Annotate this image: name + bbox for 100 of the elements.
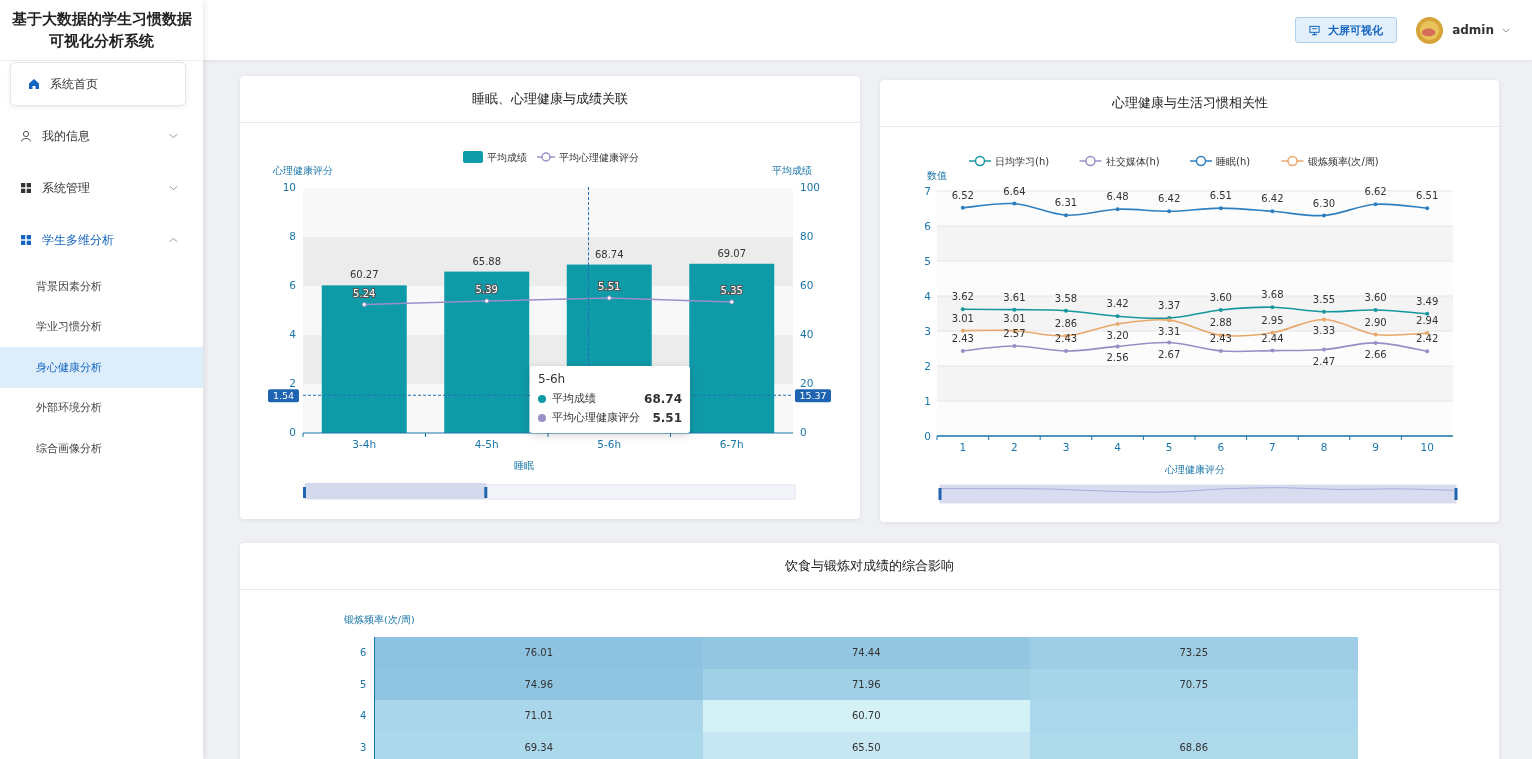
data-label: 2.43 [1209, 332, 1232, 344]
data-label: 2.66 [1364, 348, 1387, 360]
card-title: 饮食与锻炼对成绩的综合影响 [785, 557, 954, 575]
data-label: 2.94 [1416, 315, 1439, 327]
data-label: 6.51 [1209, 190, 1232, 202]
tick-label: 5 [1165, 441, 1173, 453]
data-label: 68.74 [594, 248, 624, 260]
data-label: 2.47 [1312, 355, 1336, 367]
data-label: 2.67 [1158, 348, 1181, 360]
tick-label: 5-6h [597, 438, 622, 450]
tick-label: 2 [1011, 441, 1018, 453]
data-label: 2.86 [1054, 317, 1078, 329]
heatmap-cell: 69.34 [375, 731, 703, 759]
pointer-label: 15.37 [795, 389, 831, 403]
data-label: 2.44 [1261, 332, 1284, 344]
tick-label: 80 [800, 230, 814, 242]
tick-label: 5 [924, 255, 931, 267]
tick-label: 5 [360, 677, 368, 692]
app-title: 基于大数据的学生习惯数据可视化分析系统 [10, 10, 193, 51]
tick-label: 0 [289, 426, 296, 438]
data-label: 6.30 [1312, 197, 1336, 209]
series-dot-icon [538, 394, 546, 403]
heatmap-cell: 70.75 [1030, 668, 1358, 700]
heatmap-cell: 71.01 [375, 700, 703, 732]
menu-item[interactable]: 我的信息 [0, 110, 203, 162]
legend-label[interactable]: 日均学习(h) [995, 156, 1050, 167]
axis-title: 心理健康评分 [1165, 464, 1225, 475]
data-label: 2.42 [1416, 333, 1439, 345]
bar[interactable] [444, 271, 530, 433]
card-title: 睡眠、心理健康与成绩关联 [472, 90, 628, 108]
legend-label[interactable]: 社交媒体(h) [1105, 156, 1160, 167]
card-title: 心理健康与生活习惯相关性 [1111, 94, 1268, 112]
data-label: 5.51 [598, 281, 621, 292]
heatmap-cell: 71.96 [702, 668, 1030, 700]
data-label: 5.39 [475, 283, 498, 295]
tick-label: 3 [1062, 441, 1070, 453]
legend-label[interactable]: 锻炼频率(次/周) [1307, 156, 1379, 167]
heatmap-cell: 76.01 [375, 637, 703, 669]
legend-label[interactable]: 睡眠(h) [1216, 156, 1251, 167]
bar[interactable] [689, 263, 775, 433]
tick-label: 20 [800, 377, 814, 389]
data-label: 6.64 [1003, 185, 1026, 197]
data-label: 3.60 [1364, 292, 1387, 303]
tick-label: 6 [1217, 441, 1225, 453]
heatmap-cell: 65.50 [702, 731, 1030, 759]
axis-title: 睡眠 [514, 460, 534, 471]
data-label: 6.48 [1106, 191, 1129, 203]
heatmap-cell: 60.70 [702, 700, 1030, 732]
data-label: 3.20 [1106, 330, 1129, 341]
grid-icon [20, 234, 32, 246]
menu-item[interactable]: 学生多维分析 [0, 214, 203, 266]
data-label: 3.61 [1003, 291, 1026, 303]
data-label: 5.24 [353, 287, 376, 299]
submenu-item[interactable]: 背景因素分析 [0, 266, 203, 307]
heatmap-cell: 74.44 [702, 637, 1030, 669]
tick-label: 0 [800, 426, 807, 438]
chevron-down-icon[interactable] [1502, 27, 1510, 33]
tick-label: 3-4h [352, 438, 377, 450]
tick-label: 60 [800, 279, 814, 291]
legend-line-icon [1078, 155, 1103, 167]
data-label: 2.95 [1261, 314, 1284, 326]
heatmap-cell: 73.25 [1030, 637, 1358, 669]
tick-label: 3 [360, 740, 368, 755]
legend-label[interactable]: 平均心理健康评分 [559, 152, 639, 163]
data-label: 3.62 [951, 291, 974, 303]
submenu-item[interactable]: 学业习惯分析 [0, 306, 203, 347]
grid-icon [20, 182, 32, 194]
zoom-slider[interactable] [938, 484, 1458, 504]
tick-label: 9 [1372, 441, 1379, 453]
avatar [1415, 15, 1445, 45]
data-label: 60.27 [349, 269, 379, 281]
data-label: 3.58 [1054, 292, 1078, 304]
submenu-item[interactable]: 外部环境分析 [0, 387, 203, 428]
data-label: 69.07 [717, 247, 747, 259]
submenu-item[interactable]: 身心健康分析 [0, 347, 203, 388]
data-label: 3.55 [1312, 293, 1336, 305]
tick-label: 7 [1269, 441, 1276, 453]
legend-label[interactable]: 平均成绩 [487, 152, 527, 163]
axis-title: 数值 [927, 170, 947, 181]
data-label: 2.56 [1106, 352, 1129, 364]
data-label: 6.42 [1261, 193, 1284, 205]
legend-line-icon [968, 155, 992, 167]
zoom-slider[interactable] [303, 483, 796, 500]
tick-label: 4 [360, 709, 368, 724]
menu-item[interactable]: 系统管理 [0, 162, 203, 214]
data-label: 2.88 [1209, 317, 1232, 329]
submenu-item[interactable]: 综合画像分析 [0, 428, 203, 469]
big-screen-button[interactable]: 大屏可视化 [1295, 17, 1398, 43]
user-icon [20, 130, 32, 142]
tick-label: 4 [1114, 441, 1121, 453]
tick-label: 8 [289, 230, 296, 242]
data-label: 2.90 [1364, 316, 1387, 328]
data-label: 3.01 [1003, 312, 1026, 324]
tick-label: 10 [282, 181, 296, 193]
tick-label: 6-7h [719, 438, 744, 450]
data-label: 3.01 [951, 312, 974, 324]
tick-label: 6 [360, 646, 368, 661]
tick-label: 3 [924, 325, 931, 337]
user-name[interactable]: admin [1452, 23, 1494, 37]
home-icon [28, 78, 40, 90]
